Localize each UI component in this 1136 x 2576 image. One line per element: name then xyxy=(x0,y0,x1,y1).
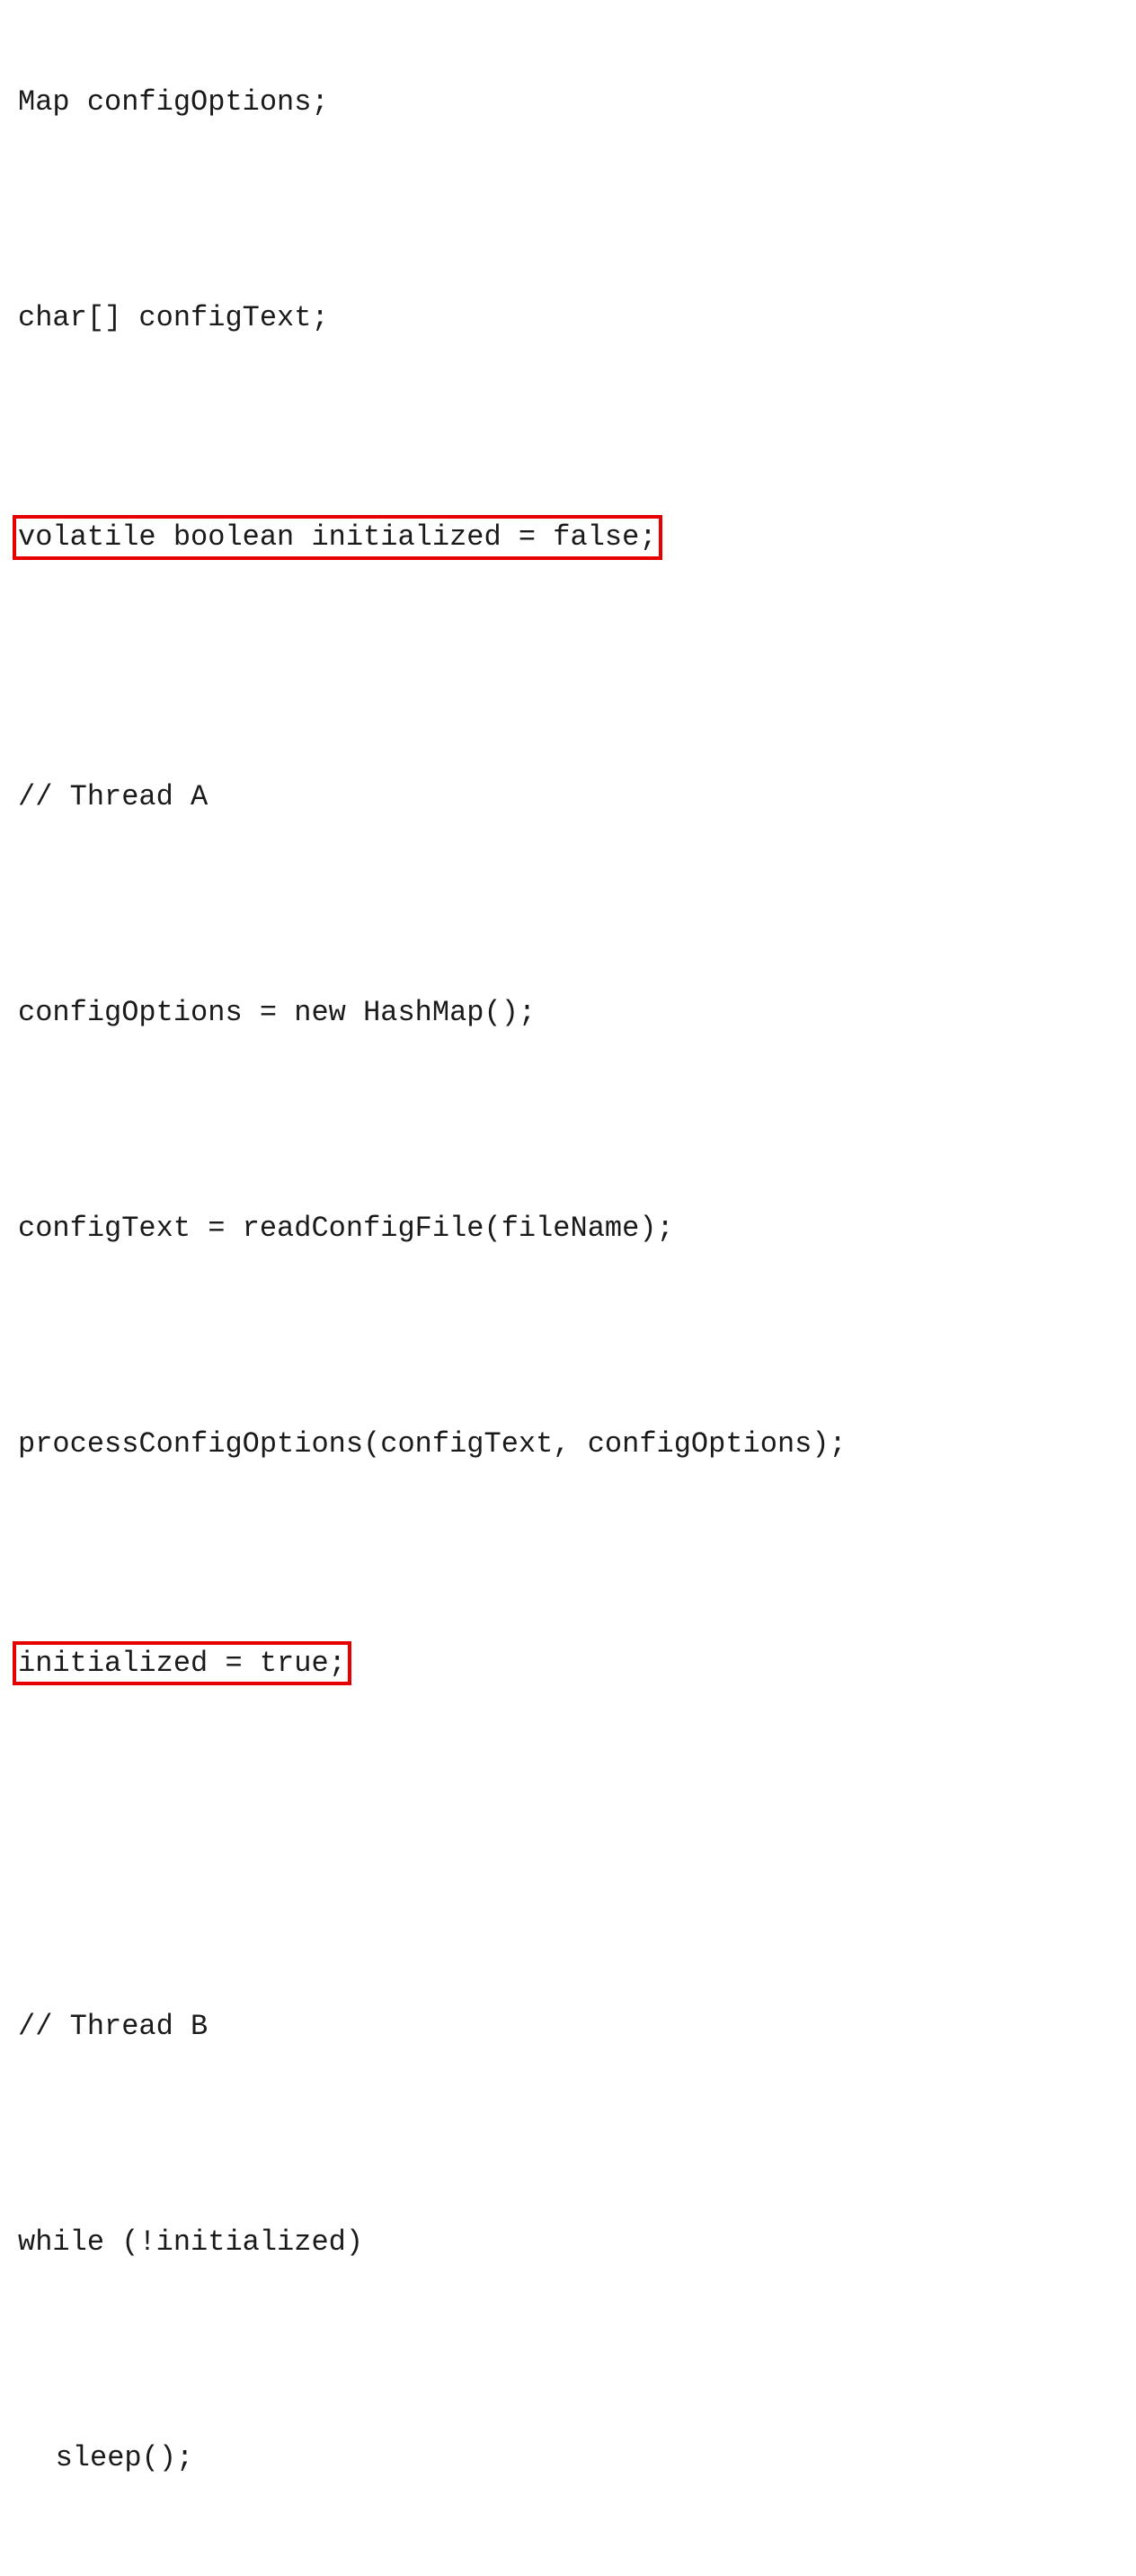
blank-line xyxy=(18,2551,1118,2576)
highlight-box: volatile boolean initialized = false; xyxy=(13,515,662,560)
highlight-box: initialized = true; xyxy=(13,1641,351,1686)
blank-section xyxy=(18,635,1118,704)
blank-line xyxy=(18,891,1118,919)
blank-line xyxy=(18,2335,1118,2364)
code-line: Map configOptions; xyxy=(18,84,1118,121)
blank-section xyxy=(18,1761,1118,1830)
code-comment: // Thread B xyxy=(18,2008,1118,2046)
code-comment: // Thread A xyxy=(18,778,1118,816)
code-line: sleep(); xyxy=(18,2439,1118,2477)
code-snippet: Map configOptions; char[] configText; vo… xyxy=(18,9,1118,2576)
code-line: char[] configText; xyxy=(18,299,1118,337)
blank-line xyxy=(18,1322,1118,1351)
blank-line xyxy=(18,1106,1118,1135)
blank-line xyxy=(18,412,1118,440)
code-line: while (!initialized) xyxy=(18,2224,1118,2261)
code-line: configOptions = new HashMap(); xyxy=(18,994,1118,1032)
code-line: configText = readConfigFile(fileName); xyxy=(18,1210,1118,1248)
blank-line xyxy=(18,1905,1118,1933)
blank-line xyxy=(18,2120,1118,2149)
code-line-highlighted: volatile boolean initialized = false; xyxy=(18,515,1118,560)
code-line: processConfigOptions(configText, configO… xyxy=(18,1426,1118,1463)
code-line-highlighted: initialized = true; xyxy=(18,1641,1118,1686)
blank-line xyxy=(18,196,1118,225)
blank-line xyxy=(18,1538,1118,1567)
